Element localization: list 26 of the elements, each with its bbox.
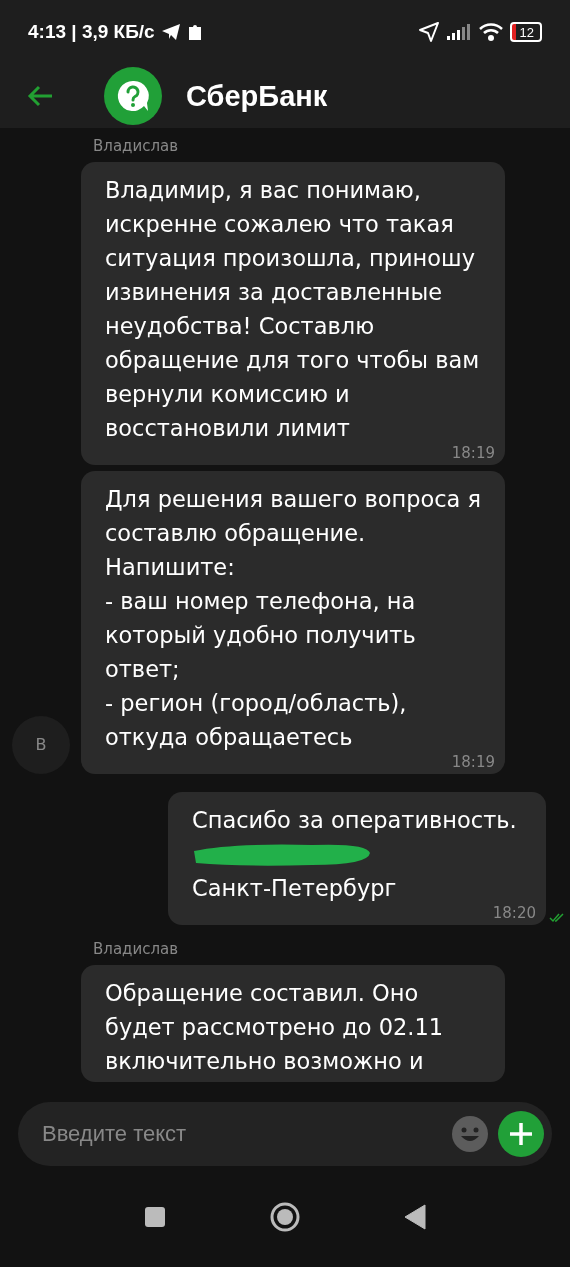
- status-time: 4:13 | 3,9 КБ/с: [28, 21, 155, 43]
- message-field[interactable]: Введите текст: [18, 1101, 552, 1166]
- message-time: 18:20: [491, 904, 536, 921]
- message-text: Для решения вашего вопроса я составлю обращение. Напишите: - ваш номер телефона, на который удобно получить ответ; - регион (город/область), откуда обращаетесь: [105, 484, 483, 752]
- message-time: 18:19: [450, 444, 495, 461]
- avatar: В: [12, 715, 70, 774]
- message-time: 18:19: [450, 753, 495, 770]
- message-input[interactable]: Введите текст: [40, 1119, 452, 1148]
- sender-name: Владислав: [92, 938, 180, 959]
- message-text: Спасибо за оперативность.: [192, 805, 518, 835]
- message-text: Обращение составил. Оно будет рассмотрено до 02.11 включительно возможно и: [105, 978, 445, 1076]
- home-icon[interactable]: [270, 1201, 300, 1232]
- chat-question-logo: [104, 67, 162, 126]
- signal-icon: [445, 23, 472, 41]
- back-arrow-icon[interactable]: [26, 84, 54, 109]
- add-button[interactable]: [498, 1110, 544, 1157]
- recent-apps-icon[interactable]: [144, 1205, 166, 1228]
- message-text: Владимир, я вас понимаю, искренне сожалею что такая ситуация произошла, приношу извинения за доставленные неудобства! Составлю обращение для того чтобы вам вернули комиссию и восстановили лимит: [105, 175, 481, 443]
- paper-plane-icon: [160, 23, 181, 41]
- location-arrow-icon: [417, 21, 440, 43]
- chat-title: СберБанк: [186, 79, 328, 113]
- message-text: Санкт-Петербург: [192, 873, 398, 903]
- battery-indicator: 12: [509, 22, 542, 42]
- wifi-icon: [477, 22, 504, 42]
- back-icon[interactable]: [404, 1203, 426, 1230]
- sender-name: Владислав: [92, 135, 180, 156]
